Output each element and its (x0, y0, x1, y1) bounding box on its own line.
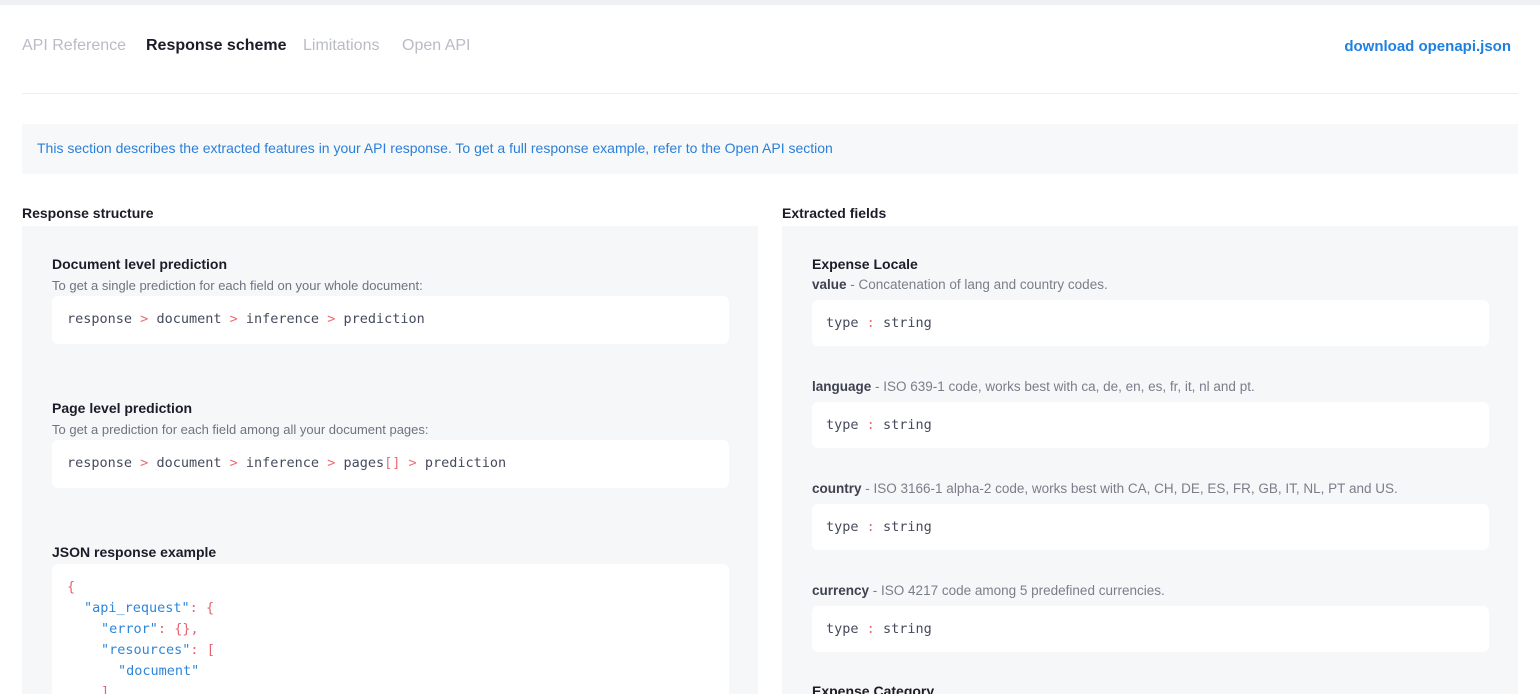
array-brackets: [] (384, 455, 401, 471)
expense-category-title: Expense Category (812, 683, 935, 694)
field-description: - ISO 639-1 code, works best with ca, de… (871, 379, 1255, 394)
json-line: "resources": [ (101, 642, 215, 658)
type-colon: : (866, 315, 875, 331)
document-level-title: Document level prediction (52, 256, 228, 272)
field-type-box: type : string (812, 402, 1489, 448)
field-description: - Concatenation of lang and country code… (846, 277, 1108, 292)
json-punct: { (205, 600, 215, 616)
json-example-title: JSON response example (52, 544, 217, 560)
json-example-box: { "api_request": { "error": {}, "resourc… (52, 564, 729, 694)
page-level-desc: To get a prediction for each field among… (52, 422, 429, 437)
json-punct: { (67, 579, 76, 595)
type-colon: : (866, 417, 875, 433)
path-separator: > (327, 311, 336, 327)
type-colon: : (866, 621, 875, 637)
response-structure-title: Response structure (22, 205, 154, 221)
field-desc-country: country - ISO 3166-1 alpha-2 code, works… (812, 481, 1398, 496)
path-segment: response (67, 311, 133, 327)
field-type-box: type : string (812, 504, 1489, 550)
json-punct: {}, (174, 621, 199, 637)
extracted-fields-title: Extracted fields (782, 205, 887, 221)
path-separator: > (140, 311, 149, 327)
type-label: type (826, 315, 859, 331)
path-segment: document (156, 311, 222, 327)
path-separator: > (408, 455, 417, 471)
nav-divider (22, 93, 1518, 94)
field-name: country (812, 481, 862, 496)
json-line: ], (101, 684, 117, 694)
type-value: string (882, 519, 932, 535)
tab-api-reference[interactable]: API Reference (22, 36, 126, 56)
page-level-title: Page level prediction (52, 400, 193, 416)
info-banner: This section describes the extracted fea… (22, 124, 1518, 174)
path-segment: pages (343, 455, 385, 471)
download-openapi-link[interactable]: download openapi.json (1344, 38, 1511, 55)
field-type: type : string (826, 621, 932, 637)
field-name: value (812, 277, 847, 292)
path-segment: document (156, 455, 222, 471)
path-separator: > (229, 455, 238, 471)
json-key: "error" (101, 621, 158, 637)
type-value: string (882, 315, 932, 331)
extracted-fields-panel: Expense Locale value - Concatenation of … (782, 226, 1518, 694)
json-punct: : (157, 621, 167, 637)
field-name: currency (812, 583, 870, 598)
json-punct: [ (206, 642, 215, 658)
type-label: type (826, 519, 859, 535)
json-line: { (67, 579, 75, 595)
json-key: "resources" (101, 642, 191, 658)
type-value: string (882, 417, 932, 433)
field-description: - ISO 3166-1 alpha-2 code, works best wi… (861, 481, 1398, 496)
field-type: type : string (826, 519, 932, 535)
path-segment: inference (245, 311, 320, 327)
type-label: type (826, 417, 859, 433)
json-punct: ], (101, 684, 118, 694)
document-level-path: response > document > inference > predic… (67, 311, 425, 327)
path-segment: response (67, 455, 133, 471)
document-level-path-box: response > document > inference > predic… (52, 296, 729, 344)
path-separator: > (327, 455, 336, 471)
page-level-path-box: response > document > inference > pages[… (52, 440, 729, 488)
json-line: "document" (118, 663, 199, 679)
json-punct: : (190, 642, 199, 658)
path-segment: prediction (343, 311, 425, 327)
json-punct: : (189, 600, 198, 616)
path-separator: > (229, 311, 238, 327)
path-separator: > (140, 455, 149, 471)
document-level-desc: To get a single prediction for each fiel… (52, 278, 423, 293)
field-type: type : string (826, 417, 932, 433)
path-segment: inference (245, 455, 320, 471)
json-line: "api_request": { (84, 600, 214, 616)
expense-locale-title: Expense Locale (812, 256, 918, 272)
top-nav: API Reference Response scheme Limitation… (22, 36, 1518, 60)
page-level-path: response > document > inference > pages[… (67, 455, 506, 471)
json-value: "document" (118, 663, 200, 679)
field-type: type : string (826, 315, 932, 331)
field-type-box: type : string (812, 606, 1489, 652)
field-desc-value: value - Concatenation of lang and countr… (812, 277, 1108, 292)
field-type-box: type : string (812, 300, 1489, 346)
json-key: "api_request" (84, 600, 190, 616)
type-label: type (826, 621, 859, 637)
info-text: This section describes the extracted fea… (37, 140, 833, 156)
type-colon: : (866, 519, 875, 535)
field-desc-currency: currency - ISO 4217 code among 5 predefi… (812, 583, 1165, 598)
top-strip (0, 0, 1540, 5)
tab-limitations[interactable]: Limitations (303, 36, 379, 56)
field-description: - ISO 4217 code among 5 predefined curre… (869, 583, 1165, 598)
response-structure-panel: Document level prediction To get a singl… (22, 226, 758, 694)
path-segment: prediction (424, 455, 507, 471)
type-value: string (882, 621, 932, 637)
json-line: "error": {}, (101, 621, 199, 637)
tab-open-api[interactable]: Open API (402, 36, 471, 56)
tab-response-scheme[interactable]: Response scheme (146, 36, 287, 56)
field-name: language (812, 379, 872, 394)
field-desc-language: language - ISO 639-1 code, works best wi… (812, 379, 1255, 394)
